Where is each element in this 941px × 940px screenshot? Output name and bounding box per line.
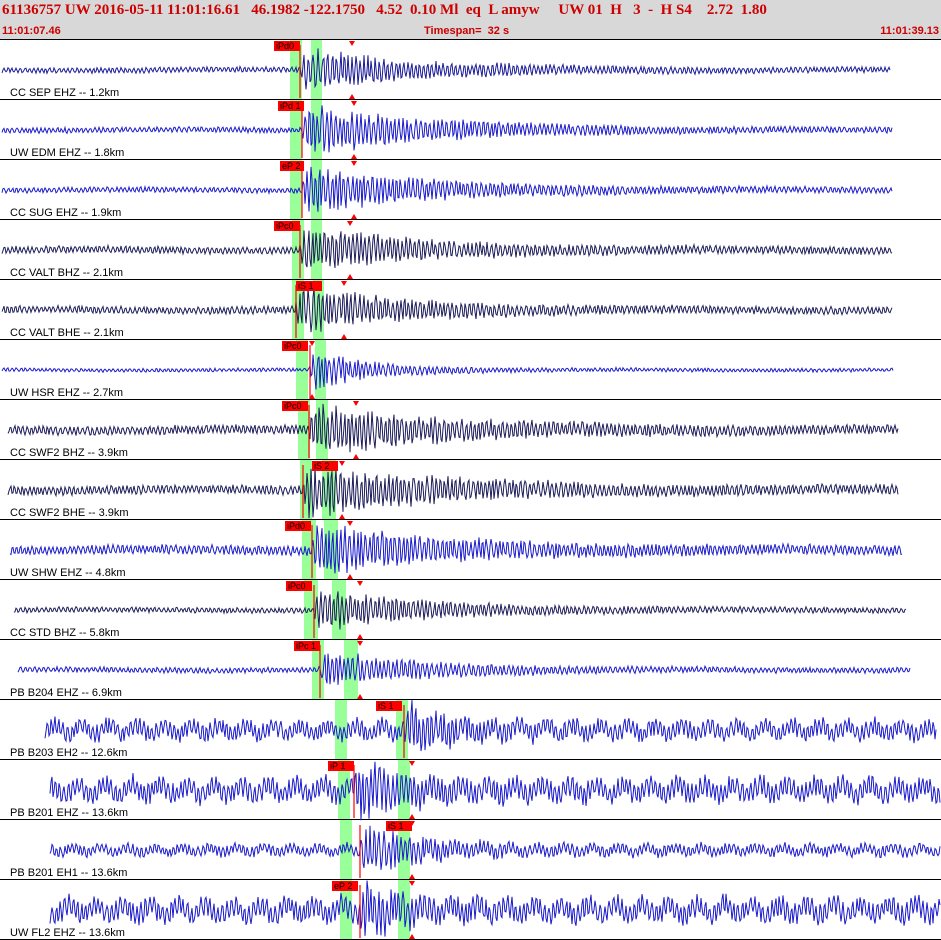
channel-label: PB B203 EH2 -- 12.6km [10,747,127,759]
arrival-marker-top [347,221,353,226]
waveform-trace [49,761,941,821]
arrival-marker-bottom [353,454,359,459]
pick-label[interactable]: iS 1 [378,701,394,711]
waveform-trace [44,700,937,752]
channel-label: CC VALT BHE -- 2.1km [10,327,124,339]
pick-label[interactable]: eP 2 [282,161,300,171]
channel-label: UW SHW EHZ -- 4.8km [10,567,126,579]
pick-label[interactable]: iPd 1 [280,101,301,111]
channel-label: UW FL2 EHZ -- 13.6km [10,927,125,939]
channel-label: CC SWF2 BHZ -- 3.9km [10,447,128,459]
channel-label: CC VALT BHZ -- 2.1km [10,267,123,279]
arrival-marker-bottom [351,154,357,159]
pick-label[interactable]: iPc 1 [296,641,316,651]
arrival-marker-top [357,581,363,586]
pick-label[interactable]: iPc0 [288,581,306,591]
waveform-trace [1,230,893,269]
channel-label: PB B204 EHZ -- 6.9km [10,687,122,699]
waveform-trace [1,287,893,333]
waveform-trace [1,166,893,212]
arrival-marker-bottom [351,214,357,219]
header-bar: 61136757 UW 2016-05-11 11:01:16.61 46.19… [0,0,941,40]
channel-label: CC SEP EHZ -- 1.2km [10,87,119,99]
end-time: 11:01:39.13 [880,25,939,37]
waveform-trace [13,591,907,630]
channel-label: CC STD BHZ -- 5.8km [10,627,119,639]
arrival-marker-bottom [347,274,353,279]
waveform-trace [1,354,894,390]
waveform-trace [49,880,941,937]
channel-labels: CC SEP EHZ -- 1.2km UW EDM EHZ -- 1.8km CC… [10,87,129,939]
pick-label[interactable]: iP 1 [330,761,345,771]
arrival-marker-top [353,401,359,406]
arrival-marker-top [347,521,353,526]
channel-label: UW HSR EHZ -- 2.7km [10,387,123,399]
arrival-marker-bottom [347,574,353,579]
arrival-marker-top [349,41,355,46]
waveform-trace [7,403,899,453]
seismogram-panel[interactable]: iPd0 iPd 1 eP 2 iPc0 iS 1 iPc0 iPc0 iS 2 iPd0 iPc… [0,40,941,940]
event-title: 61136757 UW 2016-05-11 11:01:16.61 46.19… [2,2,767,18]
arrival-marker-top [351,101,357,106]
pick-label[interactable]: iPd0 [287,521,305,531]
pick-label[interactable]: eP 2 [334,881,352,891]
pick-label[interactable]: iPd0 [276,41,294,51]
channel-label: UW EDM EHZ -- 1.8km [10,147,124,159]
channel-label: PB B201 EH1 -- 13.6km [10,867,127,879]
pick-window [398,760,410,820]
waveforms [1,48,941,937]
waveform-trace [1,48,891,90]
arrival-marker-bottom [341,334,347,339]
waveform-trace [17,653,911,685]
waveform-trace [1,105,893,153]
arrival-marker-top [339,461,345,466]
pick-label[interactable]: iPc0 [284,341,302,351]
timespan-label: Timespan= 32 s [424,25,510,37]
pick-label[interactable]: iS 1 [298,281,314,291]
pick-label[interactable]: iPc0 [284,401,302,411]
pick-label[interactable]: iPc0 [276,221,294,231]
arrival-marker-bottom [339,514,345,519]
row-separators [0,99,941,940]
arrival-marker-top [351,161,357,166]
waveform-trace [7,466,899,519]
arrival-marker-bottom [349,94,355,99]
channel-label: CC SWF2 BHE -- 3.9km [10,507,129,519]
arrival-marker-bottom [357,634,363,639]
pick-label[interactable]: iS 2 [314,461,330,471]
start-time: 11:01:07.46 [2,25,61,37]
channel-label: PB B201 EHZ -- 13.6km [10,807,128,819]
arrival-marker-top [341,281,347,286]
pick-window [311,220,322,280]
channel-label: CC SUG EHZ -- 1.9km [10,207,121,219]
waveform-trace [9,525,903,574]
waveform-trace [49,825,941,870]
pick-label[interactable]: iS 1 [388,821,404,831]
